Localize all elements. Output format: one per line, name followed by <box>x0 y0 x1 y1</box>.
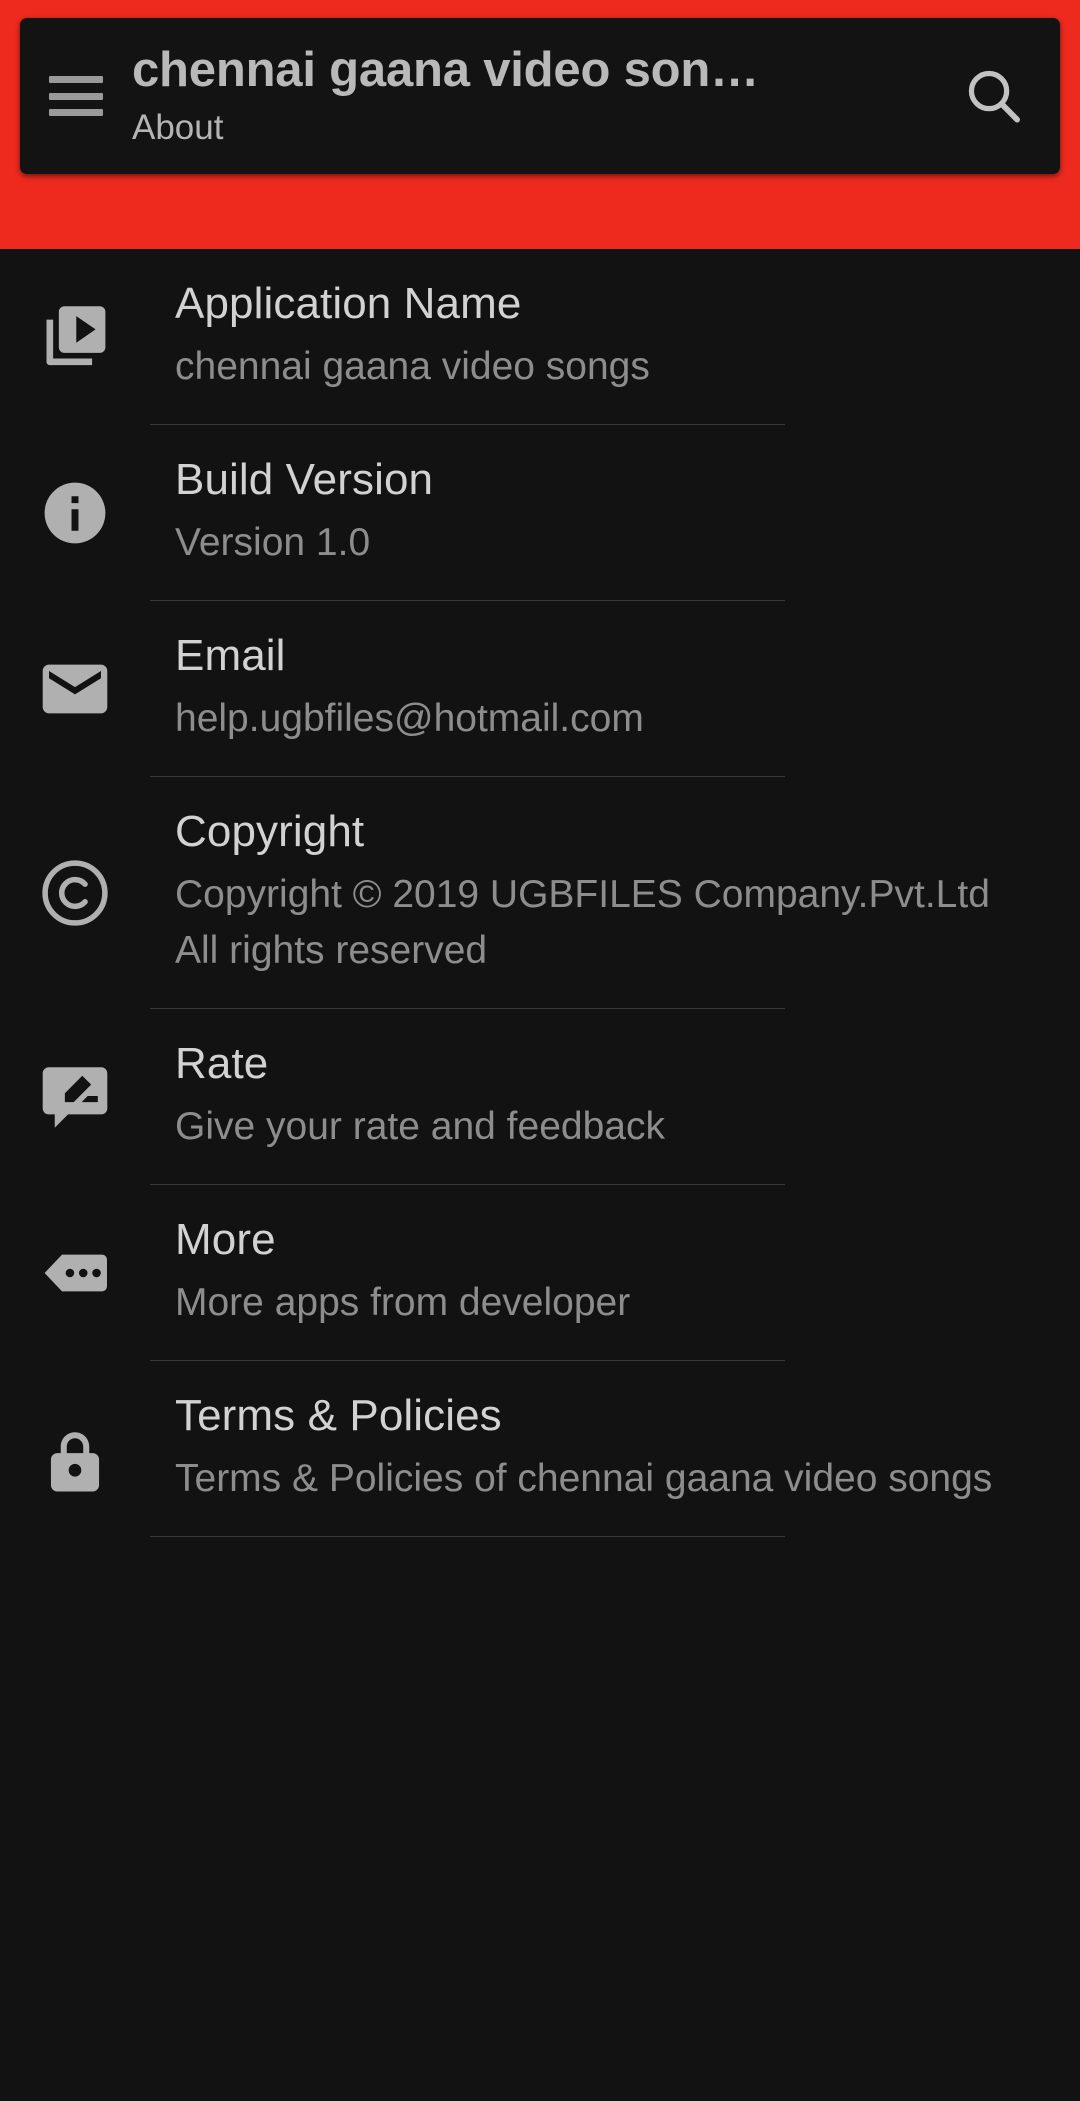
list-item-title: Build Version <box>175 455 434 504</box>
list-item-icon <box>0 425 150 601</box>
list-item-build-version[interactable]: Build Version Version 1.0 <box>0 425 1080 601</box>
list-item-subtitle: Copyright © 2019 UGBFILES Company.Pvt.Lt… <box>175 873 990 972</box>
list-item-body: Copyright Copyright © 2019 UGBFILES Comp… <box>150 777 1080 1009</box>
about-list: Application Name chennai gaana video son… <box>0 249 1080 1563</box>
list-item-more[interactable]: More More apps from developer <box>0 1185 1080 1361</box>
list-item-email[interactable]: Email help.ugbfiles@hotmail.com <box>0 601 1080 777</box>
list-item-body: Application Name chennai gaana video son… <box>150 249 1080 425</box>
list-item-icon <box>0 777 150 1009</box>
list-item-title: Rate <box>175 1039 269 1088</box>
list-item-icon <box>0 1361 150 1563</box>
email-icon <box>42 664 108 714</box>
list-item-body: More More apps from developer <box>150 1185 1080 1361</box>
list-item-icon <box>0 601 150 777</box>
list-item-title: More <box>175 1215 276 1264</box>
lock-icon <box>50 1432 100 1492</box>
list-item-subtitle: chennai gaana video songs <box>175 345 650 388</box>
toolbar: chennai gaana video son… About <box>20 18 1060 174</box>
list-item-subtitle: Terms & Policies of chennai gaana video … <box>175 1457 993 1500</box>
list-item-subtitle: Give your rate and feedback <box>175 1105 665 1148</box>
list-item-subtitle: help.ugbfiles@hotmail.com <box>175 697 644 740</box>
list-item-title: Copyright <box>175 807 365 856</box>
list-item-body: Rate Give your rate and feedback <box>150 1009 1080 1185</box>
app-screen: chennai gaana video son… About Applicati… <box>0 0 1080 2101</box>
list-item-title: Terms & Policies <box>175 1391 502 1440</box>
hamburger-menu-button[interactable] <box>20 18 132 174</box>
list-item-icon <box>0 249 150 425</box>
toolbar-title-group: chennai gaana video son… About <box>132 41 928 151</box>
list-item-rate[interactable]: Rate Give your rate and feedback <box>0 1009 1080 1185</box>
list-item-copyright[interactable]: Copyright Copyright © 2019 UGBFILES Comp… <box>0 777 1080 1009</box>
list-divider <box>150 1536 785 1537</box>
list-item-body: Build Version Version 1.0 <box>150 425 1080 601</box>
list-item-subtitle: More apps from developer <box>175 1281 631 1324</box>
toolbar-subtitle: About <box>132 108 224 147</box>
list-item-title: Email <box>175 631 286 680</box>
list-item-terms-policies[interactable]: Terms & Policies Terms & Policies of che… <box>0 1361 1080 1563</box>
list-item-body: Terms & Policies Terms & Policies of che… <box>150 1361 1080 1537</box>
search-icon <box>968 70 1020 123</box>
search-button[interactable] <box>928 18 1060 174</box>
more-dots-icon <box>44 1254 107 1292</box>
list-item-icon <box>0 1185 150 1361</box>
list-item-body: Email help.ugbfiles@hotmail.com <box>150 601 1080 777</box>
list-item-subtitle: Version 1.0 <box>175 521 371 564</box>
hamburger-menu-icon <box>49 76 103 116</box>
list-item-title: Application Name <box>175 279 522 328</box>
copyright-icon <box>42 860 108 926</box>
info-circle-icon <box>44 482 106 544</box>
feedback-pencil-icon <box>42 1067 108 1128</box>
toolbar-title: chennai gaana video son… <box>132 43 759 97</box>
list-item-application-name[interactable]: Application Name chennai gaana video son… <box>0 249 1080 425</box>
list-item-icon <box>0 1009 150 1185</box>
video-library-icon <box>46 306 106 366</box>
